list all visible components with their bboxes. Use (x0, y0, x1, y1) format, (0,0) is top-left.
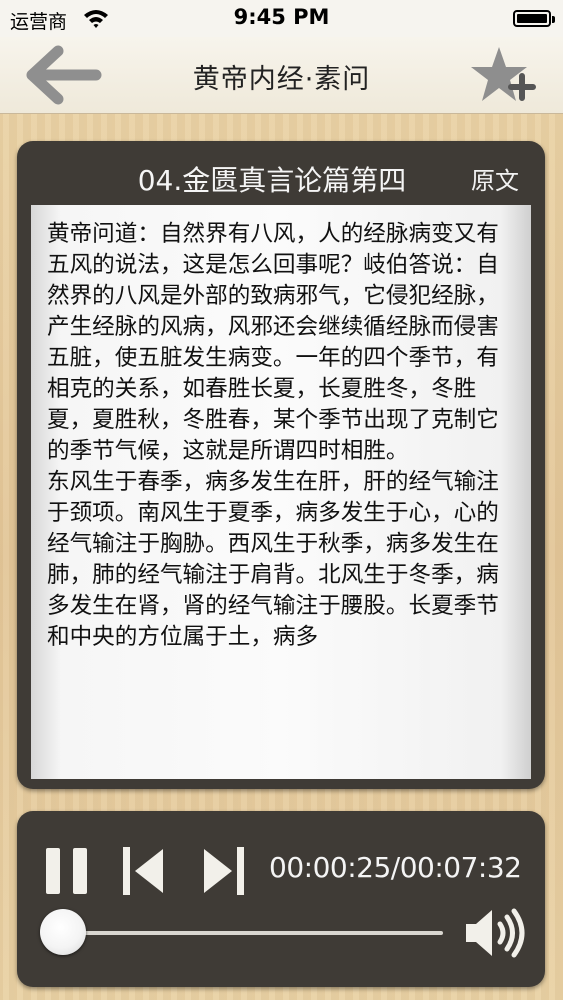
pause-button[interactable] (44, 846, 90, 896)
previous-track-button[interactable] (121, 845, 167, 897)
status-time: 9:45 PM (233, 5, 330, 29)
battery-icon (513, 10, 555, 27)
add-favorite-button[interactable] (471, 43, 537, 109)
navigation-bar: 黄帝内经·素问 (0, 37, 563, 114)
skip-previous-icon (123, 847, 163, 895)
original-text-button[interactable]: 原文 (471, 161, 519, 196)
next-track-button[interactable] (200, 845, 246, 897)
pause-icon (46, 848, 87, 894)
chapter-panel: 04.金匮真言论篇第四 原文 黄帝问道：自然界有八风，人的经脉病变又有五风的说法… (17, 141, 545, 789)
star-plus-icon (471, 47, 536, 101)
status-bar: 运营商 9:45 PM (0, 0, 563, 37)
progress-thumb[interactable] (40, 909, 87, 955)
text-page[interactable]: 黄帝问道：自然界有八风，人的经脉病变又有五风的说法，这是怎么回事呢？岐伯答说：自… (31, 205, 531, 779)
progress-slider[interactable] (40, 909, 443, 955)
chapter-body-text: 黄帝问道：自然界有八风，人的经脉病变又有五风的说法，这是怎么回事呢？岐伯答说：自… (47, 221, 499, 650)
volume-button[interactable] (464, 907, 528, 959)
speaker-volume-icon (466, 908, 525, 958)
chapter-title: 04.金匮真言论篇第四 (137, 164, 407, 197)
battery-fill (517, 14, 547, 23)
audio-player: 00:00:25/00:07:32 (17, 811, 545, 987)
skip-next-icon (204, 847, 244, 895)
playback-time: 00:00:25/00:07:32 (269, 851, 522, 884)
